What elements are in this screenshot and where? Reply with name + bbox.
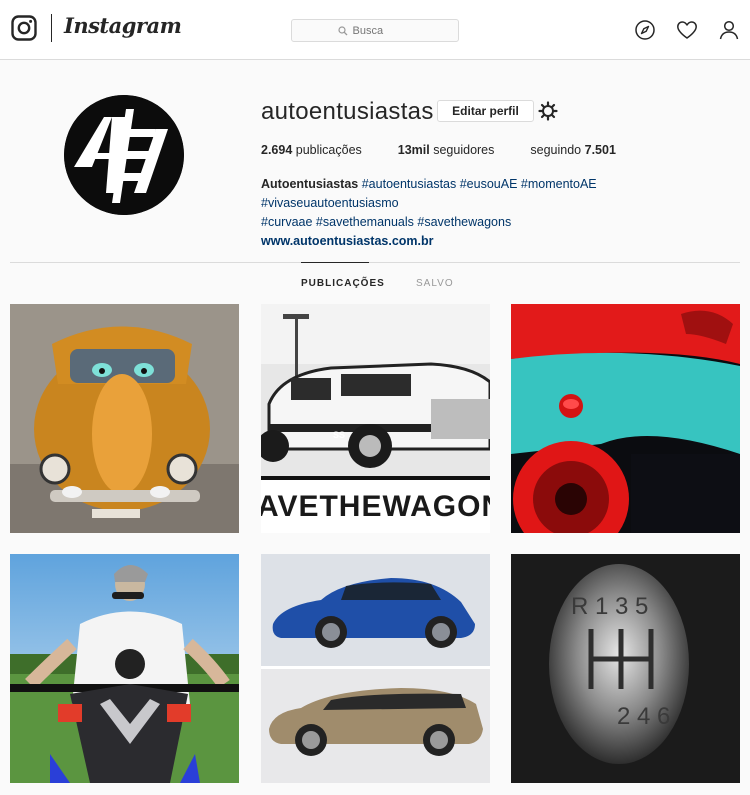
bio-name: Autoentusiastas: [261, 177, 359, 191]
post-thumbnail[interactable]: SS AVETHEWAGON: [261, 304, 490, 533]
ae-logo-image: [64, 95, 184, 215]
profile-bio: Autoentusiastas #autoentusiastas #eusouA…: [261, 175, 731, 251]
heart-icon[interactable]: [676, 19, 698, 41]
search-box[interactable]: [291, 19, 459, 42]
post-thumbnail[interactable]: [261, 554, 490, 783]
savethewagons-text: AVETHEWAGON: [261, 490, 490, 523]
top-navigation-bar: Instagram: [0, 0, 750, 60]
hashtag-link[interactable]: #vivaseuautoentusiasmo: [261, 196, 399, 210]
post-image-red-teal-car: [511, 304, 740, 533]
profile-username: autoentusiastas: [261, 98, 434, 125]
post-image-wagon: SS AVETHEWAGON: [261, 304, 490, 533]
gear-pattern-bottom: 2 4 6: [617, 703, 670, 730]
following-stat[interactable]: seguindo 7.501: [530, 143, 616, 157]
post-thumbnail[interactable]: [10, 554, 239, 783]
posts-label: publicações: [295, 143, 362, 157]
followers-stat[interactable]: 13mil seguidores: [398, 143, 495, 157]
profile-divider: [10, 262, 740, 263]
instagram-wordmark[interactable]: Instagram: [64, 13, 182, 38]
hashtag-link[interactable]: #autoentusiastas: [362, 177, 457, 191]
search-icon: [337, 25, 347, 35]
logo-divider: [51, 14, 52, 42]
edit-profile-button[interactable]: Editar perfil: [437, 100, 534, 122]
post-thumbnail[interactable]: R 1 3 5 2 4 6: [511, 554, 740, 783]
post-thumbnail[interactable]: [10, 304, 239, 533]
followers-count: 13mil: [397, 143, 430, 157]
hashtag-link[interactable]: #momentoAE: [521, 177, 597, 191]
following-count: 7.501: [584, 143, 616, 157]
explore-compass-icon[interactable]: [634, 19, 656, 41]
tab-posts[interactable]: PUBLICAÇÕES: [301, 262, 385, 289]
post-image-gear-knob: R 1 3 5 2 4 6: [511, 554, 740, 783]
gear-pattern-top: R 1 3 5: [571, 593, 648, 620]
posts-count: 2.694: [261, 143, 293, 157]
following-label: seguindo: [530, 143, 582, 157]
posts-count-stat: 2.694 publicações: [261, 143, 362, 157]
profile-person-icon[interactable]: [718, 19, 740, 41]
followers-label: seguidores: [433, 143, 495, 157]
search-input[interactable]: [352, 24, 413, 37]
settings-gear-icon[interactable]: [538, 101, 558, 121]
ss-badge-text: SS: [333, 430, 345, 440]
post-image-motorcycle-rider: [10, 554, 239, 783]
post-thumbnail[interactable]: [511, 304, 740, 533]
website-link[interactable]: www.autoentusiastas.com.br: [261, 234, 434, 248]
post-image-two-cars: [261, 554, 490, 783]
hashtag-link[interactable]: #savethemanuals: [316, 215, 414, 229]
hashtag-link[interactable]: #eusouAE: [460, 177, 518, 191]
hashtag-link[interactable]: #curvaae: [261, 215, 312, 229]
profile-avatar[interactable]: [64, 95, 184, 215]
post-image-orange-beetle: [10, 304, 239, 533]
instagram-camera-icon[interactable]: [11, 15, 37, 41]
profile-stats: 2.694 publicações 13mil seguidores segui…: [261, 143, 652, 157]
hashtag-link[interactable]: #savethewagons: [417, 215, 511, 229]
tab-saved[interactable]: SALVO: [416, 278, 454, 289]
